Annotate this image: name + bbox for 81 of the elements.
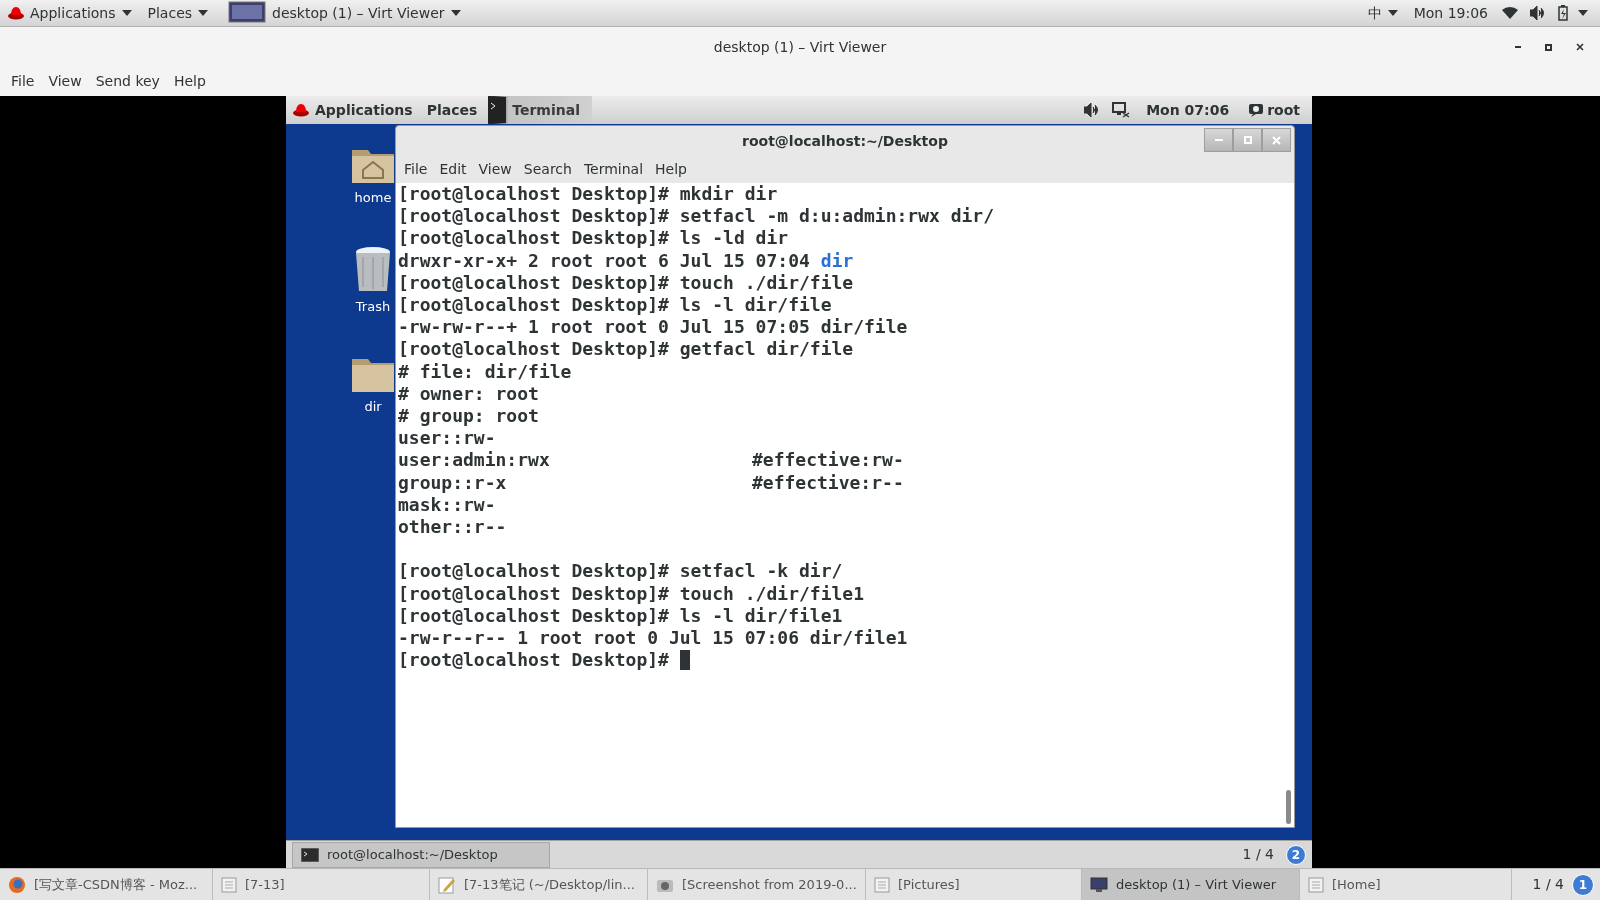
directory-name: dir [820,249,854,272]
window-menu[interactable]: desktop (1) – Virt Viewer [220,0,469,26]
terminal-line: [root@localhost Desktop]# ls -l dir/file [398,294,832,317]
active-app-button[interactable]: Terminal [488,96,592,124]
menu-item[interactable]: Help [166,71,213,92]
menu-item[interactable]: View [472,159,518,180]
acl-comment: #effective:r-- [752,471,904,494]
caret-icon [1578,10,1588,16]
terminal-line: [root@localhost Desktop]# getfacl dir/file [398,338,854,361]
menu-item[interactable]: File [4,71,42,92]
menu-item[interactable]: Search [517,159,578,180]
terminal-line: other::r-- [398,516,507,539]
terminal-line: [root@localhost Desktop]# mkdir dir [398,183,778,206]
workspace-pager[interactable]: 1 / 4 [1524,874,1572,895]
notification-badge[interactable]: 2 [1286,844,1306,865]
user-icon [1249,103,1264,117]
terminal-line: -rw-rw-r--+ 1 root root 0 Jul 15 07:05 dir/file [398,316,908,339]
icon-label[interactable]: home [354,188,392,208]
input-method-menu[interactable]: 中 [1359,2,1406,24]
editor-icon [438,875,456,894]
scrollbar-thumb[interactable] [1285,790,1291,824]
menu-item[interactable]: Help [649,159,693,180]
workspace-pager[interactable]: 1 / 4 [1230,844,1286,865]
trash-icon[interactable] [353,244,393,293]
taskbar-item[interactable]: desktop (1) – Virt Viewer [1082,869,1300,900]
caret-icon [121,10,132,16]
maximize-icon [1243,136,1252,144]
close-icon[interactable] [1576,43,1584,51]
terminal-line: [root@localhost Desktop]# setfacl -k dir/ [398,560,843,583]
terminal-line: user:admin:rwx [398,449,550,472]
terminal-line: user::rw- [398,427,496,450]
close-button[interactable] [1262,128,1291,152]
redhat-icon [8,6,24,20]
caret-icon [198,10,209,16]
terminal-line: [root@localhost Desktop]# setfacl -m d:u:admin:rwx dir/ [398,205,995,228]
terminal-line: # group: root [398,405,539,428]
browser-icon [8,875,26,894]
close-icon [1272,135,1281,145]
acl-comment: #effective:rw- [752,449,904,472]
terminal-line: [root@localhost Desktop]# ls -l dir/file1 [398,604,843,628]
menu-item[interactable]: View [41,71,89,92]
window-title: desktop (1) – Virt Viewer [713,37,887,57]
terminal-line: group::r-x [398,471,507,494]
caret-icon [450,10,461,16]
window-icon [874,876,890,893]
window-icon [221,876,237,893]
monitor-icon [228,1,267,25]
top-menu[interactable]: Applications [0,0,140,26]
redhat-icon [293,103,309,117]
window-title: root@localhost:~/Desktop [742,131,948,151]
menu-item[interactable]: Edit [433,159,473,180]
terminal-line: [root@localhost Desktop]# touch ./dir/file [398,271,854,294]
taskbar-item[interactable]: root@localhost:~/Desktop [292,841,550,868]
maximize-button[interactable] [1233,128,1262,152]
menu-item[interactable]: Terminal [577,159,650,180]
menu-item[interactable]: File [398,159,434,180]
top-menu[interactable]: Places [419,96,485,124]
window-icon [1308,876,1324,893]
user-menu[interactable]: root [1241,99,1308,121]
top-menu[interactable]: Places [139,0,217,26]
terminal-icon [301,847,319,862]
terminal-line: drwxr-xr-x+ 2 root root 6 Jul 15 07:04 [398,249,810,272]
terminal-line: # file: dir/file [398,360,572,383]
clock[interactable]: Mon 07:06 [1134,99,1242,121]
terminal-line: [root@localhost Desktop]# [398,649,669,672]
menu-item[interactable]: Send key [88,71,167,92]
terminal-line: # owner: root [398,382,539,406]
maximize-icon[interactable] [1545,43,1552,51]
top-menu[interactable]: Applications [286,96,420,124]
minimize-icon [1214,139,1223,141]
terminal-line: mask::rw- [398,493,496,517]
terminal-line: [root@localhost Desktop]# touch ./dir/file1 [398,582,864,605]
icon-label[interactable]: dir [364,397,382,417]
minimize-button[interactable] [1204,128,1233,152]
monitor-icon [1090,876,1108,893]
notification-badge[interactable]: 1 [1572,873,1594,896]
clock[interactable]: Mon 19:06 [1405,2,1496,24]
caret-icon [1387,10,1398,16]
icon-label[interactable]: Trash [355,296,391,316]
terminal-line: -rw-r--r-- 1 root root 0 Jul 15 07:06 dir/file1 [398,627,908,650]
terminal-line: [root@localhost Desktop]# ls -ld dir [398,227,789,250]
